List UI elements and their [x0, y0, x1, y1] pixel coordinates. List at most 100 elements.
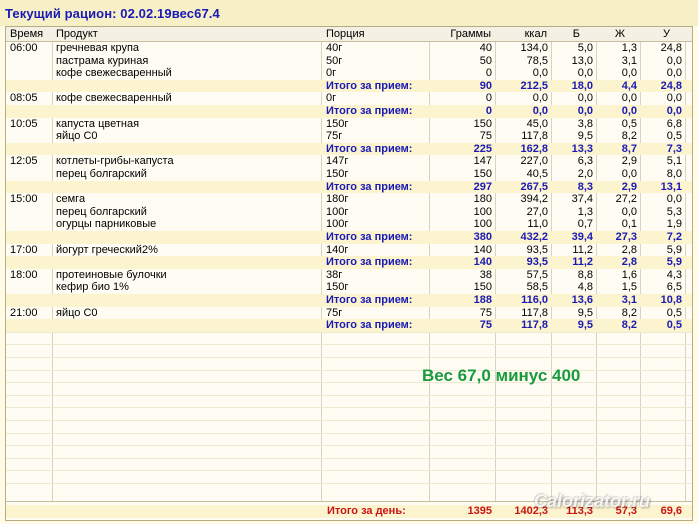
cell-portion: 38г [326, 268, 343, 281]
cell-time: 06:00 [10, 42, 38, 54]
header-fat[interactable]: Ж [596, 28, 625, 40]
cell-grams: 380 [473, 231, 492, 243]
cell-fat: 1,5 [621, 281, 637, 294]
cell-kcal: 117,8 [521, 319, 548, 332]
table-row[interactable]: 15:00 семга 180г 180 394,2 37,4 27,2 0,0 [6, 193, 692, 206]
cell-portion: 50г [326, 54, 343, 67]
header-grams[interactable]: Граммы [429, 28, 491, 40]
cell-time [10, 67, 50, 80]
table-row[interactable]: 10:05 капуста цветная 150г 150 45,0 3,8 0,5 6,8 [6, 118, 692, 131]
cell-portion: 140г [326, 243, 349, 256]
table-row[interactable]: перец болгарский 150г 150 40,5 2,0 0,0 8,0 [6, 168, 692, 181]
cell-fat: 8,7 [621, 142, 637, 155]
meal-total-row[interactable]: Итого за прием: 75 117,8 9,5 8,2 0,5 [6, 319, 692, 332]
cell-fat: 27,2 [615, 193, 637, 206]
cell-grams: 0 [485, 67, 492, 80]
grid-line [6, 369, 692, 371]
meal-total-row[interactable]: Итого за прием: 0 0,0 0,0 0,0 0,0 [6, 105, 692, 118]
cell-fat: 3,1 [621, 294, 637, 306]
table-row[interactable]: яйцо С0 75г 75 117,8 9,5 8,2 0,5 [6, 130, 692, 143]
cell-fat: 2,9 [621, 180, 637, 193]
cell-fat: 0,0 [621, 205, 637, 218]
cell-fat: 2,8 [621, 243, 637, 256]
cell-kcal: 0,0 [532, 92, 548, 105]
meal-total-row[interactable]: Итого за прием: 140 93,5 11,2 2,8 5,9 [6, 256, 692, 269]
header-portion[interactable]: Порция [326, 28, 365, 40]
table-row[interactable]: 17:00 йогурт греческий2% 140г 140 93,5 11,2 2,… [6, 244, 692, 257]
grid-line [6, 357, 692, 358]
cell-product: яйцо С0 [56, 130, 98, 143]
cell-carbs: 7,3 [666, 142, 682, 155]
header-carbs[interactable]: У [640, 28, 670, 40]
cell-grams: 38 [479, 268, 492, 281]
cell-kcal: 394,2 [520, 193, 548, 206]
table-row[interactable]: кофе свежесваренный 0г 0 0,0 0,0 0,0 0,0 [6, 67, 692, 80]
cell-kcal: 78,5 [526, 54, 548, 67]
table-row[interactable]: 08:05 кофе свежесваренный 0г 0 0,0 0,0 0,0 0,0 [6, 92, 692, 105]
cell-carbs: 24,8 [660, 42, 682, 54]
cell-product: кефир био 1% [56, 281, 129, 294]
cell-kcal: 58,5 [526, 281, 548, 294]
cell-protein: 0,0 [577, 92, 593, 105]
cell-carbs: 6,5 [666, 281, 682, 294]
meal-total-row[interactable]: Итого за прием: 90 212,5 18,0 4,4 24,8 [6, 79, 692, 93]
cell-grams: 180 [473, 193, 492, 206]
page-title: Текущий рацион: 02.02.19вес67.4 [5, 6, 220, 21]
table-row[interactable]: 21:00 яйцо С0 75г 75 117,8 9,5 8,2 0,5 [6, 307, 692, 320]
cell-kcal: 227,0 [520, 155, 548, 168]
cell-time [10, 55, 50, 68]
cell-carbs: 0,0 [666, 92, 682, 105]
cell-portion: 100г [326, 205, 349, 218]
cell-meal-total-label: Итого за прием: [326, 105, 413, 117]
cell-kcal: 117,8 [521, 306, 548, 319]
cell-kcal: 27,0 [526, 205, 548, 218]
cell-time: 18:00 [10, 268, 38, 281]
cell-product: перец болгарский [56, 168, 147, 180]
cell-carbs: 0,5 [666, 306, 682, 319]
cell-product: семга [56, 193, 86, 206]
cell-grams: 150 [473, 281, 492, 294]
table-row[interactable]: 18:00 протеиновые булочки 38г 38 57,5 8,8 1,6 4… [6, 269, 692, 282]
cell-fat: 2,9 [621, 155, 637, 168]
header-time[interactable]: Время [10, 28, 43, 40]
meal-total-row[interactable]: Итого за прием: 188 116,0 13,6 3,1 10,8 [6, 294, 692, 307]
cell-meal-total-label: Итого за прием: [326, 79, 413, 92]
header-product[interactable]: Продукт [56, 28, 98, 40]
cell-kcal: 93,5 [526, 256, 548, 269]
cell-carbs: 13,1 [660, 180, 682, 193]
cell-protein: 8,3 [577, 180, 593, 193]
table-row[interactable]: 12:05 котлеты-грибы-капуста 147г 147 227,0 6,… [6, 155, 692, 168]
meal-total-row[interactable]: Итого за прием: 297 267,5 8,3 2,9 13,1 [6, 180, 692, 194]
table-row[interactable]: кефир био 1% 150г 150 58,5 4,8 1,5 6,5 [6, 281, 692, 294]
cell-grams: 90 [479, 79, 492, 92]
header-kcal[interactable]: ккал [495, 28, 547, 40]
cell-protein: 5,0 [577, 42, 593, 54]
meal-total-row[interactable]: Итого за прием: 380 432,2 39,4 27,3 7,2 [6, 231, 692, 244]
cell-carbs: 0,0 [666, 54, 682, 67]
header-protein[interactable]: Б [551, 28, 580, 40]
cell-fat: 0,0 [621, 67, 637, 80]
cell-protein: 4,8 [577, 281, 593, 294]
cell-portion: 150г [326, 281, 349, 294]
grid-line [6, 457, 692, 459]
meal-total-row[interactable]: Итого за прием: 225 162,8 13,3 8,7 7,3 [6, 142, 692, 156]
cell-grams: 40 [479, 42, 492, 54]
cell-time: 10:05 [10, 117, 38, 130]
table-row[interactable]: 06:00 гречневая крупа 40г 40 134,0 5,0 1,3 24,8 [6, 42, 692, 55]
grid-line [6, 420, 692, 421]
grid-line [6, 483, 692, 484]
cell-protein: 1,3 [577, 205, 593, 218]
table-row[interactable]: огурцы парниковые 100г 100 11,0 0,7 0,1 1,9 [6, 218, 692, 231]
grid-line [6, 394, 692, 396]
cell-grams: 0 [485, 92, 492, 105]
cell-grams: 140 [473, 243, 492, 256]
cell-time: 21:00 [10, 306, 38, 319]
cell-protein: 0,0 [577, 67, 593, 80]
cell-time: 08:05 [10, 92, 38, 105]
cell-fat: 1,3 [621, 42, 637, 54]
table-row[interactable]: пастрама куриная 50г 50 78,5 13,0 3,1 0,0 [6, 55, 692, 68]
cell-meal-total-label: Итого за прием: [326, 231, 413, 243]
grid-line [6, 382, 692, 384]
table-row[interactable]: перец болгарский 100г 100 27,0 1,3 0,0 5,3 [6, 206, 692, 219]
cell-carbs: 7,2 [666, 231, 682, 243]
